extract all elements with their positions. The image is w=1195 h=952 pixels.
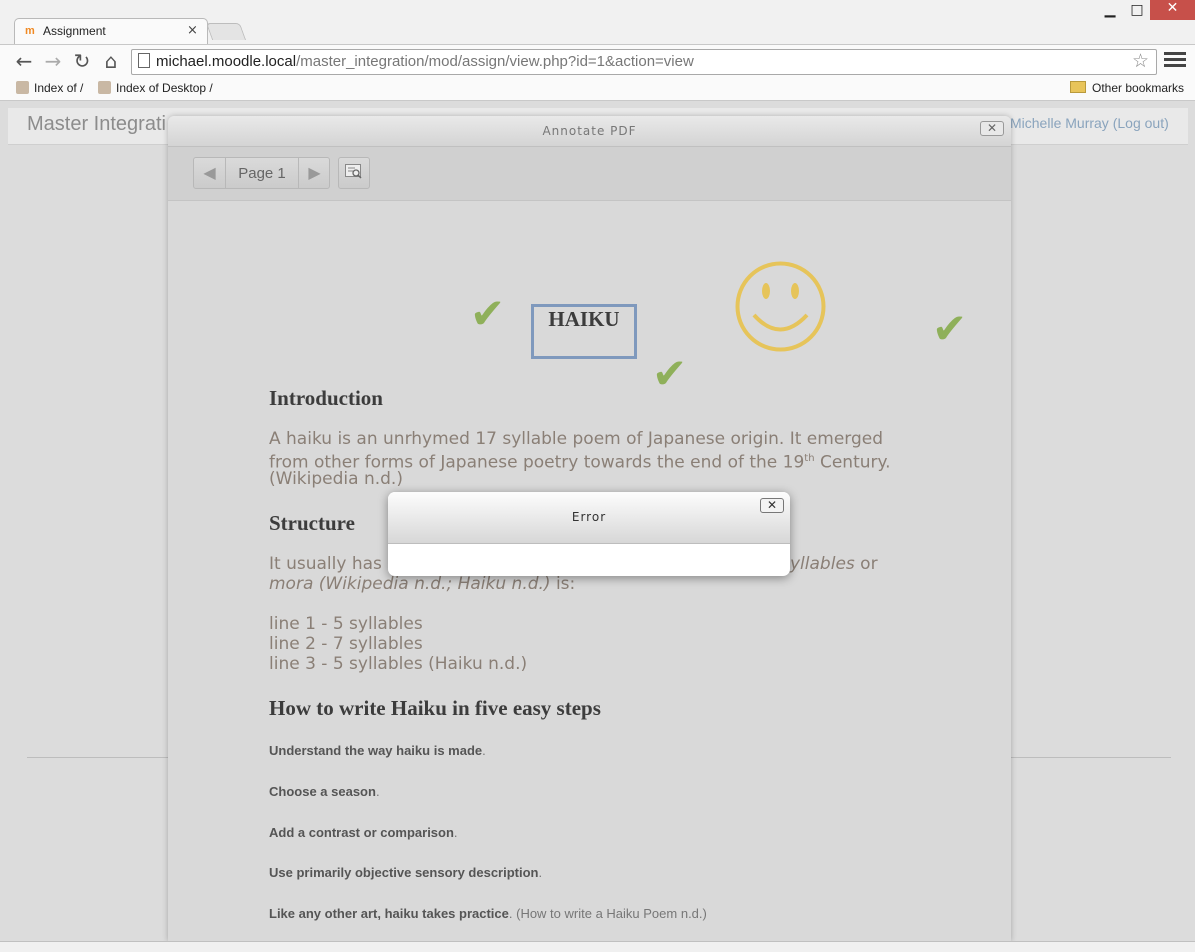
menu-icon[interactable]	[1164, 49, 1186, 70]
bookmarks-bar: Index of / Index of Desktop / Other book…	[0, 78, 1195, 101]
browser-titlebar: m Assignment × ▁ □ ✕	[0, 0, 1195, 45]
other-bookmarks-label: Other bookmarks	[1092, 81, 1185, 95]
page-navigation: ◀ Page 1 ▶	[193, 157, 330, 189]
step-5: Like any other art, haiku takes practice…	[269, 906, 707, 921]
login-info: Michelle Murray (Log out)	[1010, 115, 1169, 131]
page-select[interactable]: Page 1	[226, 158, 298, 188]
home-icon[interactable]: ⌂	[99, 50, 123, 74]
url-host: michael.moodle.local	[156, 53, 297, 70]
page-icon	[138, 53, 150, 68]
moodle-favicon-icon: m	[25, 25, 35, 37]
bookmark-index-desktop[interactable]: Index of Desktop /	[98, 81, 213, 95]
structure-or: or	[854, 554, 878, 574]
haiku-title-rectangle[interactable]: HAIKU	[531, 304, 637, 359]
checkmark-annotation-icon[interactable]: ✔	[932, 304, 967, 353]
search-comments-button[interactable]	[338, 157, 370, 189]
error-dialog: Error ✕	[388, 492, 790, 576]
steps-heading: How to write Haiku in five easy steps	[269, 696, 601, 720]
intro-superscript: th	[804, 453, 815, 464]
step-text: Understand the way haiku is made	[269, 743, 483, 758]
intro-line-3: (Wikipedia n.d.)	[269, 469, 403, 489]
checkmark-annotation-icon[interactable]: ✔	[470, 289, 505, 338]
step-1: Understand the way haiku is made.	[269, 743, 486, 758]
error-dialog-header: Error ✕	[388, 492, 790, 544]
structure-line-1: It usually has	[269, 554, 382, 574]
bookmark-index-root[interactable]: Index of /	[16, 81, 83, 95]
minimize-button[interactable]: ▁	[1096, 2, 1124, 20]
annotate-dialog-title: Annotate PDF	[542, 124, 637, 138]
new-tab-button[interactable]	[205, 23, 247, 40]
step-suffix: . (How to write a Haiku Poem n.d.)	[508, 906, 707, 921]
smiley-face-icon[interactable]	[734, 260, 827, 353]
structure-line-1-end: yllables or	[790, 554, 878, 574]
tab-close-icon[interactable]: ×	[187, 23, 198, 38]
step-text: Use primarily objective sensory descript…	[269, 865, 539, 880]
site-name[interactable]: Master Integrati	[27, 113, 166, 136]
annotate-toolbar: ◀ Page 1 ▶	[168, 147, 1011, 201]
step-suffix: .	[375, 784, 380, 799]
intro-heading: Introduction	[269, 386, 383, 410]
window-close-button[interactable]: ✕	[1150, 0, 1195, 20]
user-name-link[interactable]: Michelle Murray	[1010, 115, 1109, 131]
previous-page-button[interactable]: ◀	[194, 158, 226, 188]
other-bookmarks[interactable]: Other bookmarks	[1070, 81, 1184, 95]
step-suffix: .	[482, 743, 486, 758]
structure-line-2: mora (Wikipedia n.d.; Haiku n.d.) is:	[269, 574, 575, 594]
structure-italic-syllables: yllables	[790, 554, 855, 574]
error-close-button[interactable]: ✕	[760, 498, 784, 513]
bookmark-label: Index of /	[34, 81, 84, 95]
error-dialog-title: Error	[571, 510, 607, 524]
structure-heading: Structure	[269, 511, 355, 535]
forward-icon[interactable]: →	[41, 50, 65, 74]
syllable-line-1: line 1 - 5 syllables	[269, 614, 423, 634]
annotate-dialog-header: Annotate PDF ✕	[168, 116, 1011, 147]
url-path: /master_integration/mod/assign/view.php?…	[296, 53, 694, 70]
reload-icon[interactable]: ↻	[70, 50, 94, 74]
logout-link[interactable]: Log out	[1117, 115, 1164, 131]
maximize-button[interactable]: □	[1123, 2, 1151, 20]
tab-title: Assignment	[43, 24, 106, 38]
structure-line-2-end: is:	[550, 574, 576, 594]
syllable-line-3: line 3 - 5 syllables (Haiku n.d.)	[269, 654, 528, 674]
step-text: Choose a season	[269, 784, 376, 799]
url-text: michael.moodle.local/master_integration/…	[156, 53, 694, 70]
step-suffix: .	[453, 825, 458, 840]
step-text: Add a contrast or comparison	[269, 825, 454, 840]
address-bar[interactable]: michael.moodle.local/master_integration/…	[131, 49, 1157, 75]
syllable-line-2: line 2 - 7 syllables	[269, 634, 423, 654]
tab-assignment[interactable]: m Assignment ×	[14, 18, 208, 45]
back-icon[interactable]: ←	[12, 50, 36, 74]
intro-line-1: A haiku is an unrhymed 17 syllable poem …	[269, 429, 884, 449]
step-3: Add a contrast or comparison.	[269, 825, 458, 840]
bottom-edge	[0, 941, 1195, 952]
user-avatar-icon	[98, 81, 111, 94]
intro-line-2-end: Century.	[814, 452, 891, 473]
bookmark-star-icon[interactable]: ☆	[1132, 50, 1149, 72]
bookmark-label: Index of Desktop /	[116, 81, 213, 95]
structure-italic-mora: mora (Wikipedia n.d.; Haiku n.d.)	[269, 574, 551, 594]
folder-icon	[1070, 81, 1086, 93]
step-2: Choose a season.	[269, 784, 380, 799]
step-text: Like any other art, haiku takes practice	[269, 906, 509, 921]
step-suffix: .	[538, 865, 543, 880]
checkmark-annotation-icon[interactable]: ✔	[652, 349, 687, 398]
annotate-close-button[interactable]: ✕	[980, 121, 1004, 136]
search-comments-icon	[345, 164, 362, 179]
next-page-button[interactable]: ▶	[298, 158, 330, 188]
step-4: Use primarily objective sensory descript…	[269, 865, 542, 880]
browser-toolbar: ← → ↻ ⌂ michael.moodle.local/master_inte…	[0, 44, 1195, 79]
user-avatar-icon	[16, 81, 29, 94]
